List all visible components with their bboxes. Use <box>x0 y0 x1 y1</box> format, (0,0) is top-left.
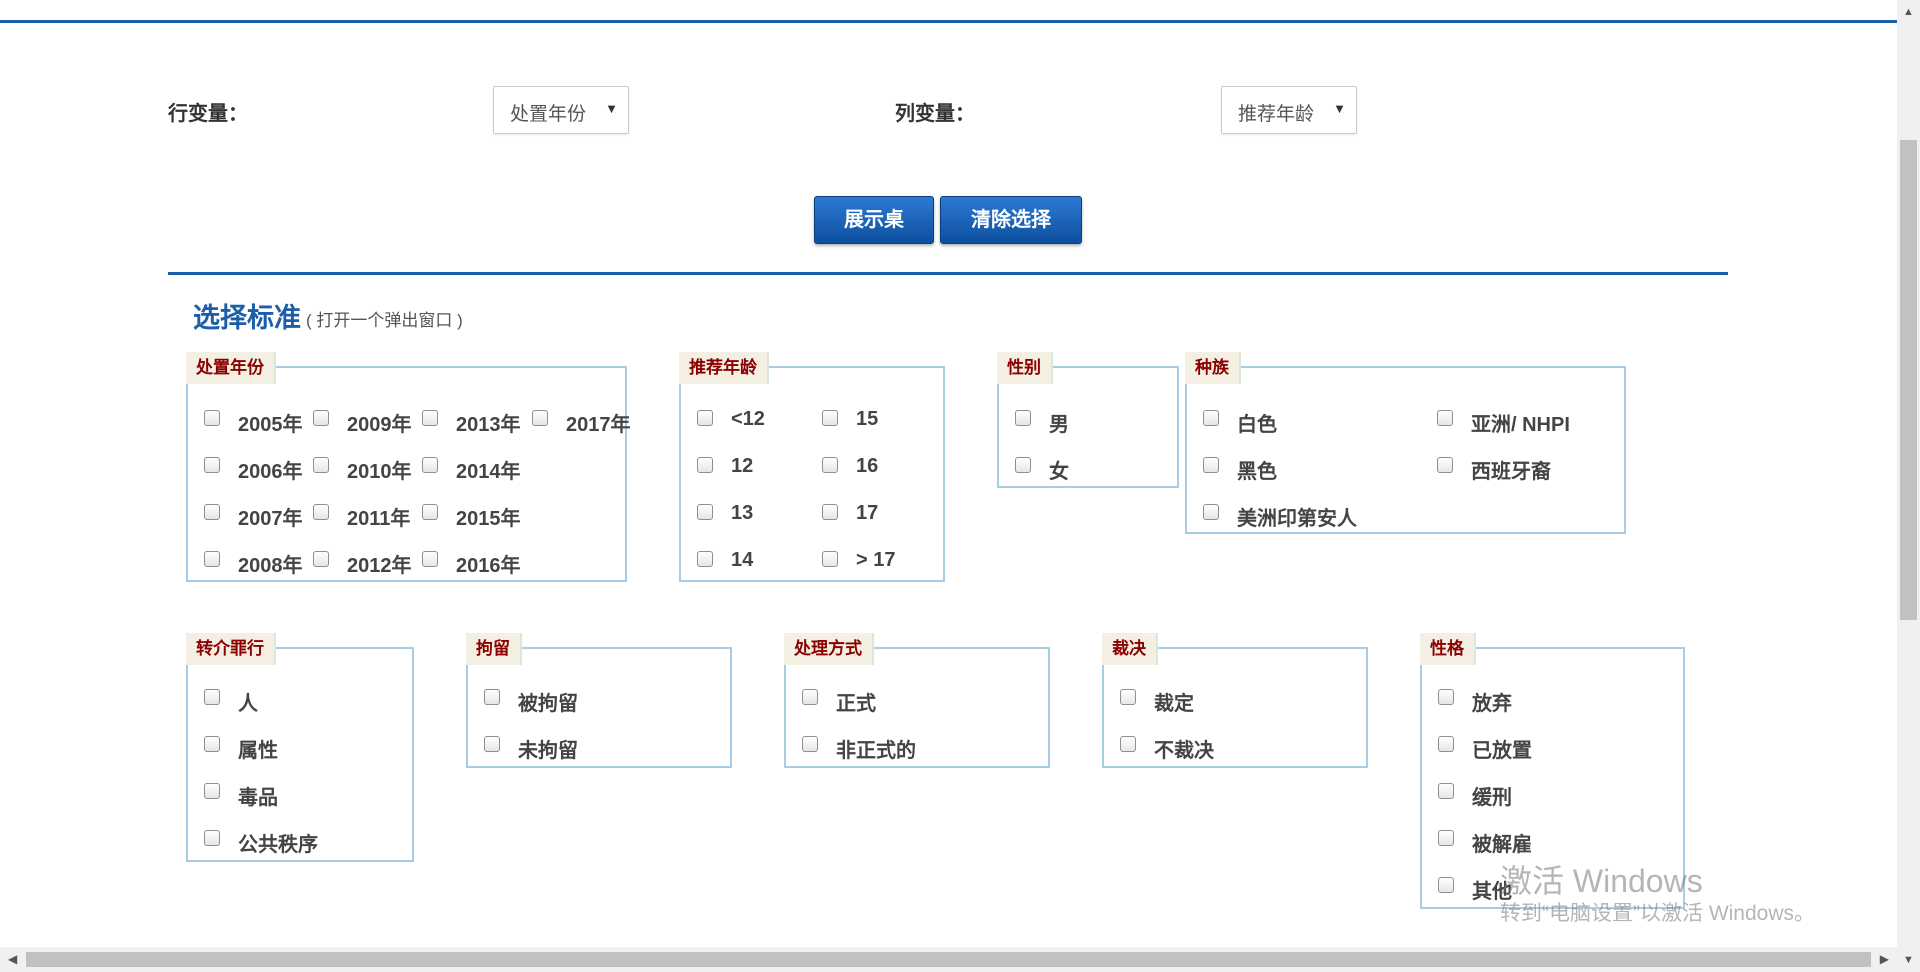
checkbox[interactable] <box>422 457 438 473</box>
checkbox[interactable] <box>204 830 220 846</box>
group-gender: 性别 男 女 <box>997 352 1179 488</box>
clear-selection-button[interactable]: 清除选择 <box>940 196 1082 244</box>
checkbox[interactable] <box>422 410 438 426</box>
group-legend: 性格 <box>1420 633 1476 665</box>
checkbox[interactable] <box>822 504 838 520</box>
checkbox[interactable] <box>313 457 329 473</box>
group-legend: 转介罪行 <box>186 633 276 665</box>
section-divider <box>168 272 1728 275</box>
checkbox[interactable] <box>1203 504 1219 520</box>
group-legend: 处理方式 <box>784 633 874 665</box>
vertical-scrollbar[interactable]: ▲ ▼ <box>1897 0 1920 972</box>
group-referral-age: 推荐年龄 <12 15 12 16 13 17 14 > 17 <box>679 352 945 582</box>
group-disposition-year: 处置年份 2005年 2009年 2013年 2017年 2006年 2010年… <box>186 352 631 582</box>
row-variable-value: 处置年份 <box>510 104 587 125</box>
arrow-right-icon[interactable]: ▶ <box>1880 952 1889 966</box>
checkbox[interactable] <box>1437 457 1453 473</box>
vertical-scroll-thumb[interactable] <box>1900 140 1917 620</box>
group-legend: 推荐年龄 <box>679 352 769 384</box>
show-table-button[interactable]: 展示桌 <box>814 196 934 244</box>
checkbox[interactable] <box>204 410 220 426</box>
checkbox[interactable] <box>313 504 329 520</box>
checkbox[interactable] <box>204 457 220 473</box>
checkbox[interactable] <box>697 504 713 520</box>
group-legend: 拘留 <box>466 633 522 665</box>
group-legend: 裁决 <box>1102 633 1158 665</box>
checkbox[interactable] <box>313 551 329 567</box>
checkbox[interactable] <box>532 410 548 426</box>
checkbox[interactable] <box>422 504 438 520</box>
checkbox[interactable] <box>822 457 838 473</box>
triangle-down-icon: ▼ <box>605 101 618 116</box>
checkbox[interactable] <box>422 551 438 567</box>
checkbox[interactable] <box>1203 410 1219 426</box>
checkbox[interactable] <box>1120 689 1136 705</box>
arrow-down-icon[interactable]: ▼ <box>1903 954 1914 966</box>
group-detention: 拘留 被拘留 未拘留 <box>466 633 732 768</box>
group-race: 种族 白色 亚洲/ NHPI 黑色 西班牙裔 美洲印第安人 <box>1185 352 1626 534</box>
checkbox[interactable] <box>204 783 220 799</box>
popup-link[interactable]: ( 打开一个弹出窗口 ) <box>306 306 463 331</box>
group-handling: 处理方式 正式 非正式的 <box>784 633 1050 768</box>
checkbox[interactable] <box>697 410 713 426</box>
checkbox[interactable] <box>697 457 713 473</box>
checkbox[interactable] <box>802 736 818 752</box>
checkbox[interactable] <box>802 689 818 705</box>
checkbox[interactable] <box>313 410 329 426</box>
arrow-up-icon[interactable]: ▲ <box>1903 6 1914 18</box>
activation-watermark-text: 转到“电脑设置”以激活 Windows。 <box>1500 902 1816 925</box>
checkbox[interactable] <box>204 504 220 520</box>
activation-watermark-title: 激活 Windows <box>1500 863 1703 899</box>
checkbox[interactable] <box>1120 736 1136 752</box>
checkbox[interactable] <box>484 736 500 752</box>
arrow-left-icon[interactable]: ◀ <box>8 952 17 966</box>
checkbox[interactable] <box>1015 457 1031 473</box>
group-legend: 种族 <box>1185 352 1241 384</box>
checkbox[interactable] <box>1437 410 1453 426</box>
checkbox[interactable] <box>1438 877 1454 893</box>
checkbox[interactable] <box>697 551 713 567</box>
checkbox[interactable] <box>1438 689 1454 705</box>
checkbox[interactable] <box>1203 457 1219 473</box>
group-legend: 性别 <box>997 352 1053 384</box>
horizontal-scrollbar[interactable]: ◀ ▶ <box>0 947 1897 972</box>
triangle-down-icon: ▼ <box>1333 101 1346 116</box>
column-variable-value: 推荐年龄 <box>1238 104 1315 125</box>
checkbox[interactable] <box>204 551 220 567</box>
column-variable-label: 列变量： <box>895 103 975 125</box>
row-variable-select[interactable]: 处置年份 ▼ <box>493 86 629 134</box>
checkbox[interactable] <box>484 689 500 705</box>
group-adjudication: 裁决 裁定 不裁决 <box>1102 633 1368 768</box>
criteria-title: 选择标准 <box>193 303 301 333</box>
checkbox[interactable] <box>1015 410 1031 426</box>
checkbox[interactable] <box>204 736 220 752</box>
checkbox[interactable] <box>822 551 838 567</box>
row-variable-label: 行变量： <box>168 103 248 125</box>
group-referral-offense: 转介罪行 人 属性 毒品 公共秩序 <box>186 633 414 862</box>
checkbox[interactable] <box>204 689 220 705</box>
top-divider <box>0 20 1897 23</box>
group-legend: 处置年份 <box>186 352 276 384</box>
checkbox[interactable] <box>1438 736 1454 752</box>
checkbox[interactable] <box>822 410 838 426</box>
checkbox[interactable] <box>1438 783 1454 799</box>
column-variable-select[interactable]: 推荐年龄 ▼ <box>1221 86 1357 134</box>
checkbox[interactable] <box>1438 830 1454 846</box>
horizontal-scroll-thumb[interactable] <box>26 952 1871 967</box>
